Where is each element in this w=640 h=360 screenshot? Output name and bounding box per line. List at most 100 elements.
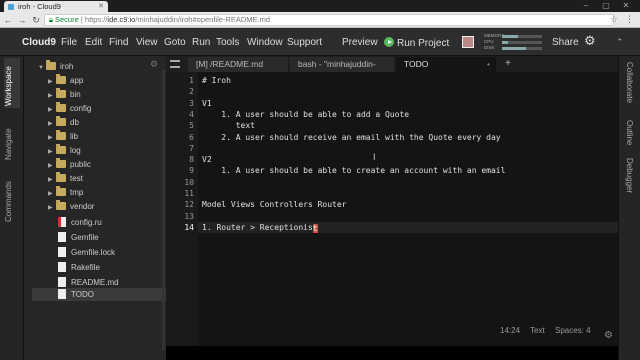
bookmark-star-icon[interactable]: ☆ — [610, 14, 618, 25]
menu-window[interactable]: Window — [247, 37, 283, 48]
tree-file-gemfile[interactable]: Gemfile — [24, 231, 166, 244]
menu-edit[interactable]: Edit — [85, 37, 102, 48]
line-number: 4 — [189, 109, 194, 119]
line-number: 10 — [184, 177, 194, 187]
tree-folder-app[interactable]: ▶ app — [24, 74, 166, 87]
tab-commands[interactable]: Commands — [4, 168, 13, 222]
tree-folder-test[interactable]: ▶ test — [24, 172, 166, 185]
tab-debugger[interactable]: Debugger — [625, 158, 634, 193]
preview-button[interactable]: Preview — [342, 37, 378, 48]
tree-folder-public[interactable]: ▶ public — [24, 158, 166, 171]
tree-folder-db[interactable]: ▶ db — [24, 116, 166, 129]
menu-file[interactable]: File — [61, 37, 77, 48]
code-line[interactable]: Model Views Controllers Router — [202, 200, 347, 209]
resource-meters: MEMORY CPU DISK — [484, 33, 542, 52]
reload-icon[interactable]: ↻ — [30, 14, 42, 26]
tree-folder-log[interactable]: ▶ log — [24, 144, 166, 157]
code-line[interactable]: text — [202, 121, 255, 130]
new-tab-button[interactable]: + — [500, 57, 516, 72]
code-line[interactable]: # Iroh — [202, 76, 231, 85]
cloud9-brand[interactable]: Cloud9 — [22, 37, 56, 48]
tree-root-iroh[interactable]: ▼ iroh — [24, 60, 166, 73]
tab-readme[interactable]: [M] /README.md — [188, 57, 288, 72]
url-field[interactable]: 🔒︎ Secure | https://ide.c9.io/minhajuddin… — [44, 14, 614, 26]
run-project-button[interactable]: Run Project — [384, 37, 449, 49]
menu-view[interactable]: View — [136, 37, 158, 48]
close-tab-icon[interactable]: ✕ — [98, 1, 104, 12]
line-number: 14 — [184, 222, 194, 232]
line-number: 6 — [189, 132, 194, 142]
browser-tab[interactable]: iroh - Cloud9 ✕ — [4, 1, 108, 12]
folder-icon — [56, 200, 66, 210]
tree-folder-config[interactable]: ▶ config — [24, 102, 166, 115]
folder-icon — [46, 60, 56, 70]
line-number: 2 — [189, 87, 194, 97]
tab-collaborate[interactable]: Collaborate — [625, 62, 634, 103]
line-number: 9 — [189, 166, 194, 176]
ide-menubar: Cloud9 File Edit Find View Goto Run Tool… — [0, 28, 640, 56]
code-editor[interactable]: 1 2 3 4 5 6 7 8 9 10 11 12 13 14 # Iroh V1 1. A user s… — [166, 72, 618, 346]
folder-icon — [56, 116, 66, 126]
tab-navigate[interactable]: Navigate — [4, 116, 13, 160]
tree-folder-bin[interactable]: ▶ bin — [24, 88, 166, 101]
close-window-icon[interactable]: ✕ — [616, 0, 636, 12]
ruby-file-icon — [58, 217, 66, 227]
tree-folder-lib[interactable]: ▶ lib — [24, 130, 166, 143]
menu-goto[interactable]: Goto — [164, 37, 186, 48]
menu-run[interactable]: Run — [192, 37, 210, 48]
file-icon — [58, 247, 66, 257]
tree-file-gemfile-lock[interactable]: Gemfile.lock — [24, 246, 166, 259]
line-number: 8 — [189, 155, 194, 165]
tab-todo[interactable]: TODO • — [396, 57, 496, 72]
menu-find[interactable]: Find — [109, 37, 128, 48]
unsaved-dot-icon[interactable]: • — [487, 57, 490, 72]
back-icon[interactable]: ← — [2, 14, 14, 26]
tree-folder-vendor[interactable]: ▶ vendor — [24, 200, 166, 213]
cloud9-favicon-icon — [8, 4, 14, 10]
code-line[interactable]: V1 — [202, 99, 212, 108]
minimize-icon[interactable]: – — [576, 0, 596, 12]
url-path: /minhajuddin/iroh#openfile-README.md — [135, 15, 271, 24]
cursor-position[interactable]: 14:24 — [500, 326, 520, 335]
code-line[interactable]: 2. A user should receive an email with t… — [202, 133, 500, 142]
syntax-mode[interactable]: Text — [530, 326, 545, 335]
tab-bash[interactable]: bash - "minhajuddin- — [290, 57, 394, 72]
avatar[interactable] — [462, 36, 474, 48]
editor-settings-icon[interactable]: ⚙ — [604, 330, 613, 341]
tree-file-rakefile[interactable]: Rakefile — [24, 261, 166, 274]
gear-icon[interactable]: ⚙ — [584, 34, 598, 48]
tab-workspace[interactable]: Workspace — [4, 58, 20, 108]
maximize-icon[interactable]: ▢ — [596, 0, 616, 12]
menu-tools[interactable]: Tools — [216, 37, 239, 48]
code-line[interactable]: 1. A user should be able to add a Quote — [202, 110, 409, 119]
url-host: ide.c9.io — [107, 15, 136, 24]
share-button[interactable]: Share — [552, 37, 579, 48]
file-tree: ⚙ ▼ iroh ▶ app ▶ bin ▶ config ▶ db ▶ lib ▶ log … — [24, 56, 167, 360]
left-panel-bar: Workspace Navigate Commands — [0, 56, 24, 360]
tab-list-icon[interactable] — [170, 60, 180, 68]
lock-icon: 🔒︎ — [49, 15, 53, 24]
tree-file-config-ru[interactable]: config.ru — [24, 216, 166, 229]
disk-meter: DISK — [484, 45, 542, 51]
forward-icon[interactable]: → — [16, 14, 28, 26]
folder-icon — [56, 74, 66, 84]
file-icon — [58, 262, 66, 272]
folder-icon — [56, 172, 66, 182]
code-line[interactable]: V2 — [202, 155, 212, 164]
tree-folder-tmp[interactable]: ▶ tmp — [24, 186, 166, 199]
browser-menu-icon[interactable]: ⋮ — [625, 14, 634, 25]
line-number: 1 — [189, 76, 194, 85]
file-icon — [58, 277, 66, 287]
tab-outline[interactable]: Outline — [625, 120, 634, 145]
code-line[interactable]: 1. A user should be able to create an ac… — [202, 166, 505, 175]
line-gutter: 1 2 3 4 5 6 7 8 9 10 11 12 13 14 — [166, 72, 198, 346]
indent-setting[interactable]: Spaces: 4 — [555, 326, 591, 335]
tree-scrollbar[interactable] — [162, 70, 165, 350]
editor-tabbar: [M] /README.md bash - "minhajuddin- TODO… — [166, 56, 618, 72]
run-project-label: Run Project — [397, 38, 450, 49]
code-line[interactable]: 1. Router > Receptionist — [202, 223, 318, 233]
tree-file-todo[interactable]: TODO — [32, 288, 167, 301]
menu-support[interactable]: Support — [287, 37, 322, 48]
collapse-menu-icon[interactable]: ⌃ — [616, 37, 624, 48]
line-number: 12 — [184, 200, 194, 210]
